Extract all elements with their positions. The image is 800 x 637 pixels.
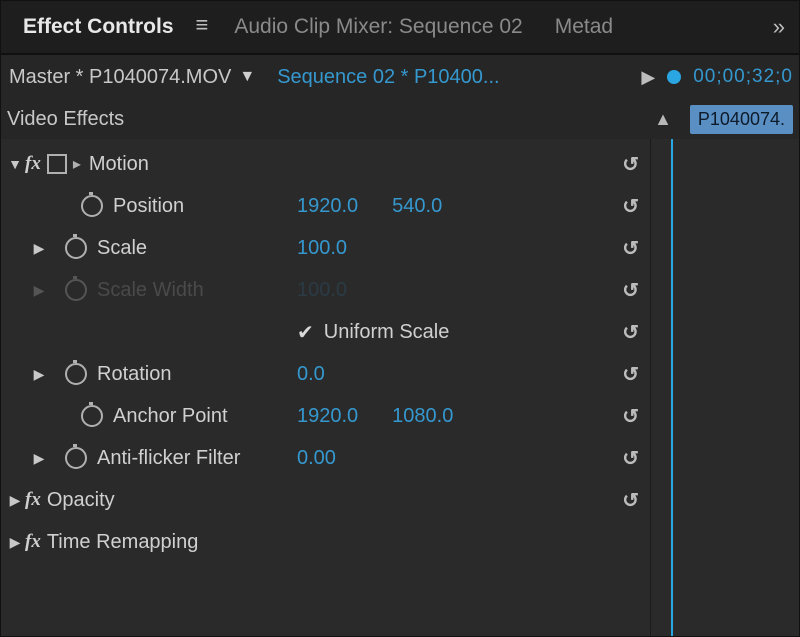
- tab-overflow-icon[interactable]: »: [773, 14, 793, 40]
- dropdown-caret-icon[interactable]: ▼: [239, 68, 255, 86]
- twirl-opacity[interactable]: [7, 492, 23, 509]
- stopwatch-scale-width-icon: [65, 279, 87, 301]
- twirl-scale[interactable]: [31, 240, 47, 257]
- twirl-motion[interactable]: [7, 156, 23, 172]
- twirl-scale-width: [31, 282, 47, 299]
- twirl-rotation[interactable]: [31, 366, 47, 383]
- stopwatch-rotation-icon[interactable]: [65, 363, 87, 385]
- uniform-scale-checkbox[interactable]: ✔: [297, 320, 314, 345]
- reset-rotation-button[interactable]: ↺: [622, 362, 639, 387]
- properties-area: fx ▸ Motion ↺ Position 1920.0 540.0 ↺: [1, 139, 799, 636]
- fx-badge-opacity-icon[interactable]: fx: [25, 489, 41, 511]
- video-effects-label: Video Effects: [7, 108, 124, 131]
- keyframe-timeline-pane[interactable]: [650, 139, 799, 636]
- prop-anchor-label: Anchor Point: [113, 405, 228, 428]
- prop-rotation-label: Rotation: [97, 363, 172, 386]
- reset-opacity-button[interactable]: ↺: [622, 488, 639, 513]
- tab-audio-clip-mixer[interactable]: Audio Clip Mixer: Sequence 02: [218, 2, 538, 52]
- fx-badge-icon[interactable]: fx: [25, 153, 41, 175]
- playhead-line[interactable]: [671, 139, 673, 636]
- anchor-y-value[interactable]: 1080.0: [392, 405, 453, 428]
- prop-position-label: Position: [113, 195, 184, 218]
- prop-scale-width-label: Scale Width: [97, 279, 204, 302]
- reset-anchor-button[interactable]: ↺: [622, 404, 639, 429]
- reset-scale-button[interactable]: ↺: [622, 236, 639, 261]
- anchor-x-value[interactable]: 1920.0: [297, 405, 358, 428]
- position-y-value[interactable]: 540.0: [392, 195, 442, 218]
- reset-position-button[interactable]: ↺: [622, 194, 639, 219]
- reset-scale-width-button[interactable]: ↺: [622, 278, 639, 303]
- stopwatch-anchor-icon[interactable]: [81, 405, 103, 427]
- sequence-clip-name[interactable]: Sequence 02 * P10400...: [277, 66, 499, 89]
- antiflicker-value[interactable]: 0.00: [297, 447, 336, 470]
- timecode[interactable]: 00;00;32;0: [693, 66, 793, 88]
- twirl-antiflicker[interactable]: [31, 450, 47, 467]
- go-to-start-icon[interactable]: ▶: [641, 67, 655, 88]
- tab-effect-controls[interactable]: Effect Controls: [7, 2, 190, 52]
- fx-badge-time-remap-icon[interactable]: fx: [25, 531, 41, 553]
- scale-value[interactable]: 100.0: [297, 237, 347, 260]
- video-effects-header: Video Effects ▲ P1040074.: [1, 99, 799, 139]
- panel-menu-icon[interactable]: ≡: [190, 12, 219, 42]
- reset-antiflicker-button[interactable]: ↺: [622, 446, 639, 471]
- scale-width-value: 100.0: [297, 279, 347, 302]
- panel-tabbar: Effect Controls ≡ Audio Clip Mixer: Sequ…: [1, 1, 799, 55]
- prop-antiflicker-label: Anti-flicker Filter: [97, 447, 240, 470]
- collapse-icon[interactable]: ▲: [654, 109, 672, 130]
- direct-manipulation-icon[interactable]: [47, 154, 67, 174]
- time-remapping-title: Time Remapping: [47, 531, 199, 554]
- position-x-value[interactable]: 1920.0: [297, 195, 358, 218]
- clip-sequence-header: Master * P1040074.MOV ▼ Sequence 02 * P1…: [1, 55, 799, 99]
- effect-controls-panel: Effect Controls ≡ Audio Clip Mixer: Sequ…: [0, 0, 800, 637]
- rotation-value[interactable]: 0.0: [297, 363, 325, 386]
- master-clip-name: Master * P1040074.MOV: [7, 66, 231, 89]
- reset-uniform-scale-button[interactable]: ↺: [622, 320, 639, 345]
- timeline-clip-chip[interactable]: P1040074.: [690, 105, 793, 134]
- stopwatch-position-icon[interactable]: [81, 195, 103, 217]
- motion-title: Motion: [89, 153, 149, 176]
- tab-metadata[interactable]: Metad: [539, 2, 629, 52]
- opacity-title: Opacity: [47, 489, 115, 512]
- motion-path-icon[interactable]: ▸: [73, 154, 81, 174]
- uniform-scale-label: Uniform Scale: [324, 321, 450, 344]
- playhead-icon[interactable]: [667, 70, 681, 84]
- stopwatch-antiflicker-icon[interactable]: [65, 447, 87, 469]
- twirl-time-remapping[interactable]: [7, 534, 23, 551]
- reset-motion-button[interactable]: ↺: [622, 152, 639, 177]
- stopwatch-scale-icon[interactable]: [65, 237, 87, 259]
- prop-scale-label: Scale: [97, 237, 147, 260]
